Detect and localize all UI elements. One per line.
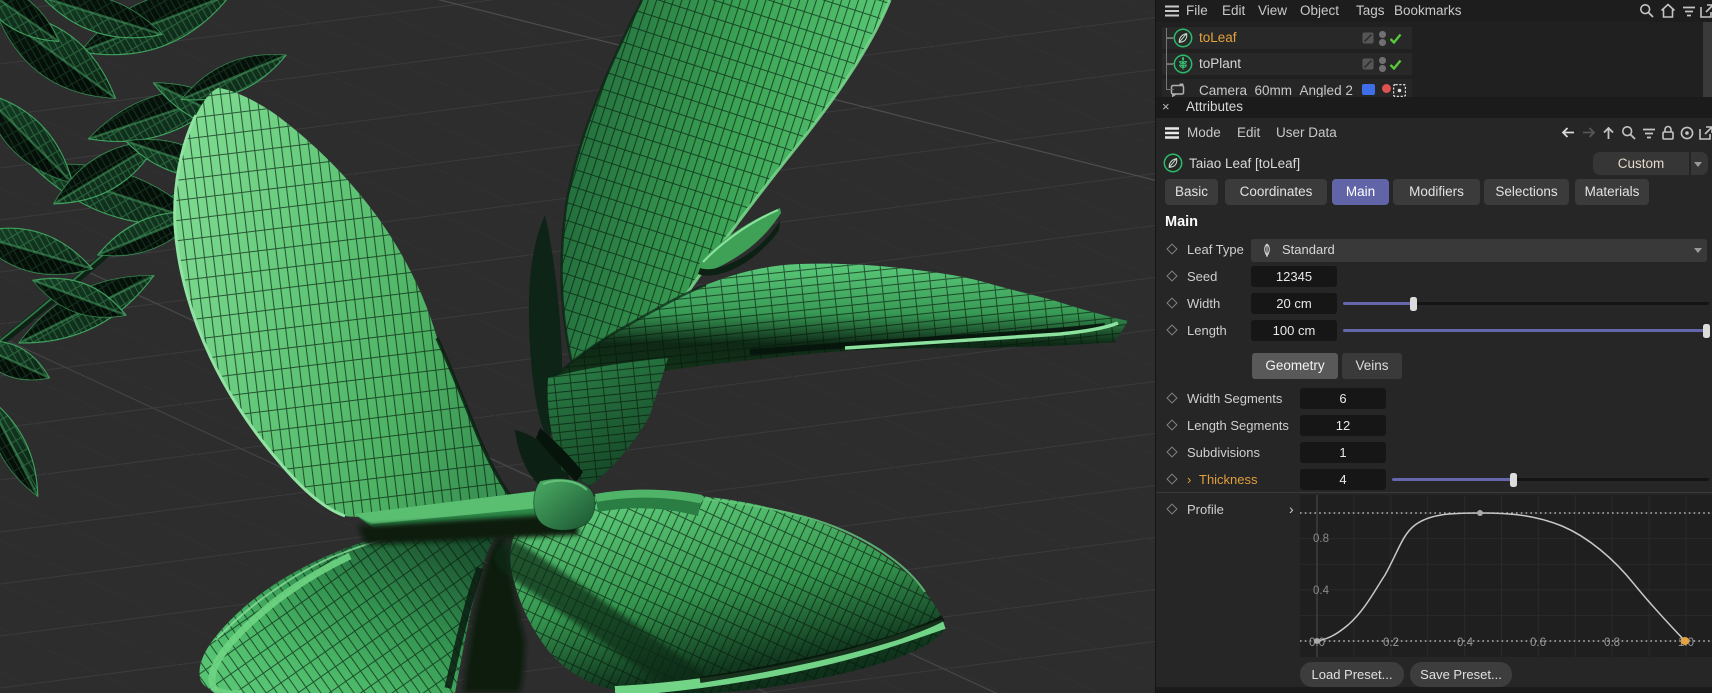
svg-text:0.6: 0.6	[1530, 637, 1546, 649]
svg-text:0.2: 0.2	[1383, 637, 1399, 649]
svg-text:0.4: 0.4	[1313, 585, 1330, 597]
svg-text:0.8: 0.8	[1313, 533, 1329, 545]
svg-text:0.4: 0.4	[1457, 637, 1474, 649]
svg-text:0.8: 0.8	[1604, 637, 1620, 649]
